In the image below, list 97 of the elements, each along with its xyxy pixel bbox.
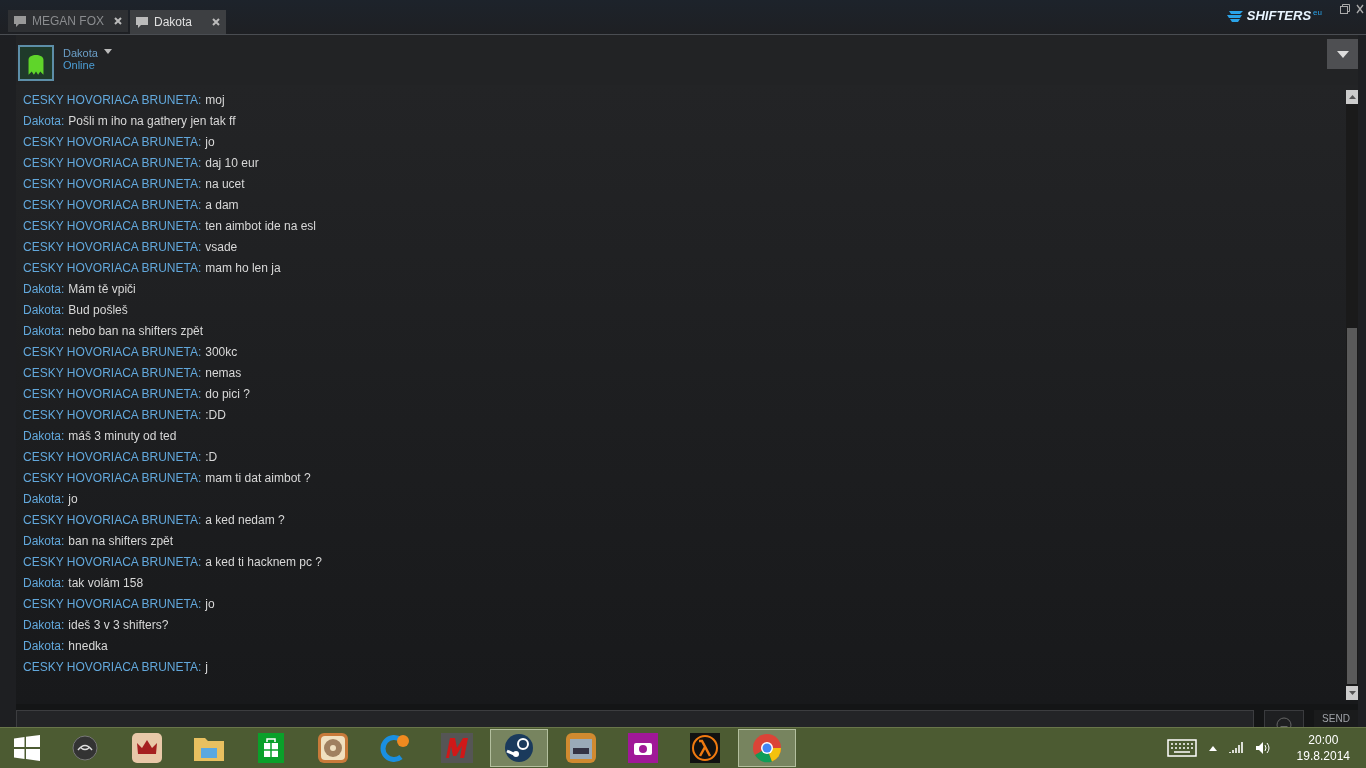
message-text: daj 10 eur — [205, 156, 259, 170]
message-text: ten aimbot ide na esl — [205, 219, 316, 233]
options-dropdown-button[interactable] — [1327, 39, 1358, 69]
logo-icon — [1226, 9, 1245, 22]
sender-name[interactable]: CESKY HOVORIACA BRUNETA: — [23, 597, 202, 611]
sender-name[interactable]: Dakota: — [23, 303, 65, 317]
message-text: nebo ban na shifters zpět — [68, 324, 204, 338]
m-letter-app-icon — [441, 733, 473, 763]
message-text: a dam — [205, 198, 239, 212]
send-button[interactable]: SEND — [1314, 710, 1358, 727]
sender-name[interactable]: CESKY HOVORIACA BRUNETA: — [23, 387, 202, 401]
close-tab-icon[interactable] — [212, 18, 221, 26]
sender-name[interactable]: Dakota: — [23, 282, 65, 296]
message-text: jo — [68, 492, 78, 506]
chat-bubble-icon — [136, 16, 148, 28]
volume-icon[interactable] — [1254, 741, 1271, 755]
taskbar-button[interactable] — [490, 729, 548, 767]
message-input-field[interactable] — [16, 710, 1254, 727]
sender-name[interactable]: CESKY HOVORIACA BRUNETA: — [23, 156, 202, 170]
sender-name[interactable]: CESKY HOVORIACA BRUNETA: — [23, 471, 202, 485]
round-app-icon — [72, 735, 98, 761]
message-text: jo — [205, 135, 215, 149]
scroll-up-icon[interactable] — [1346, 90, 1358, 104]
message-text: moj — [205, 93, 225, 107]
sender-name[interactable]: CESKY HOVORIACA BRUNETA: — [23, 177, 202, 191]
restore-icon[interactable] — [1340, 4, 1350, 14]
friend-status: Online — [63, 59, 96, 71]
sender-name[interactable]: Dakota: — [23, 534, 65, 548]
sender-name[interactable]: Dakota: — [23, 639, 65, 653]
sender-name[interactable]: CESKY HOVORIACA BRUNETA: — [23, 135, 202, 149]
chat-tab[interactable]: MEGAN FOX — [8, 10, 128, 32]
sender-name[interactable]: CESKY HOVORIACA BRUNETA: — [23, 93, 202, 107]
sender-name[interactable]: CESKY HOVORIACA BRUNETA: — [23, 345, 202, 359]
sender-name[interactable]: Dakota: — [23, 492, 65, 506]
sender-name[interactable]: Dakota: — [23, 114, 65, 128]
close-tab-icon[interactable] — [114, 17, 122, 25]
message-text: jo — [205, 597, 215, 611]
message-text: Mám tě vpiči — [68, 282, 136, 296]
message-text: :D — [205, 450, 218, 464]
message-text: a ked ti hacknem pc ? — [205, 555, 322, 569]
message-text: ideš 3 v 3 shifters? — [68, 618, 169, 632]
sender-name[interactable]: Dakota: — [23, 429, 65, 443]
sender-name[interactable]: CESKY HOVORIACA BRUNETA: — [23, 240, 202, 254]
message-text: ban na shifters zpět — [68, 534, 174, 548]
sender-name[interactable]: Dakota: — [23, 618, 65, 632]
sender-name[interactable]: CESKY HOVORIACA BRUNETA: — [23, 261, 202, 275]
message-text: :DD — [205, 408, 226, 422]
camera-icon — [628, 733, 658, 763]
message-text: vsade — [205, 240, 238, 254]
message-text: Bud pošleš — [68, 303, 128, 317]
scroll-thumb[interactable] — [1347, 328, 1357, 684]
chrome-icon — [752, 733, 782, 763]
sender-name[interactable]: Dakota: — [23, 324, 65, 338]
logo-text: SHIFTERS — [1246, 8, 1312, 23]
message-text: hnedka — [68, 639, 108, 653]
chat-bubble-icon — [14, 15, 26, 27]
show-hidden-icons-icon[interactable] — [1208, 745, 1217, 751]
caret-icon — [1336, 50, 1349, 58]
store-icon — [258, 733, 284, 763]
message-text: mam ho len ja — [205, 261, 281, 275]
message-text: a ked nedam ? — [205, 513, 285, 527]
sender-name[interactable]: CESKY HOVORIACA BRUNETA: — [23, 660, 202, 674]
close-icon[interactable] — [1356, 4, 1364, 14]
scrollbar[interactable] — [1346, 90, 1358, 700]
message-text: 300kc — [205, 345, 238, 359]
message-text: na ucet — [205, 177, 245, 191]
friend-name[interactable]: Dakota — [63, 47, 98, 59]
doc-app-icon — [566, 733, 596, 763]
message-text: máš 3 minuty od ted — [68, 429, 177, 443]
message-text: mam ti dat aimbot ? — [205, 471, 311, 485]
keyboard-icon[interactable] — [1166, 739, 1197, 757]
message-text: do pici ? — [205, 387, 250, 401]
clock-time[interactable]: 20:00 — [1308, 732, 1339, 748]
scroll-down-icon[interactable] — [1346, 686, 1358, 700]
sender-name[interactable]: CESKY HOVORIACA BRUNETA: — [23, 219, 202, 233]
chat-tab[interactable]: Dakota — [130, 10, 227, 34]
sender-name[interactable]: CESKY HOVORIACA BRUNETA: — [23, 198, 202, 212]
steam-icon — [504, 733, 534, 763]
message-text: j — [205, 660, 208, 674]
sender-name[interactable]: CESKY HOVORIACA BRUNETA: — [23, 555, 202, 569]
clock-date[interactable]: 19.8.2014 — [1296, 748, 1350, 764]
logo-suffix: eu — [1313, 8, 1322, 17]
sender-name[interactable]: CESKY HOVORIACA BRUNETA: — [23, 408, 202, 422]
sender-name[interactable]: CESKY HOVORIACA BRUNETA: — [23, 366, 202, 380]
sender-name[interactable]: Dakota: — [23, 576, 65, 590]
lambda-icon — [690, 733, 720, 763]
message-text: Pošli m iho na gathery jen tak ff — [68, 114, 236, 128]
message-text: tak volám 158 — [68, 576, 144, 590]
disc-app-icon — [318, 733, 348, 763]
sender-name[interactable]: CESKY HOVORIACA BRUNETA: — [23, 513, 202, 527]
c-letter-app-icon — [379, 733, 411, 763]
start-button — [14, 735, 40, 761]
message-text: nemas — [205, 366, 242, 380]
dropdown-caret-icon[interactable] — [103, 48, 112, 54]
sender-name[interactable]: CESKY HOVORIACA BRUNETA: — [23, 450, 202, 464]
signal-icon[interactable] — [1228, 742, 1243, 754]
crown-app-icon — [132, 733, 162, 763]
